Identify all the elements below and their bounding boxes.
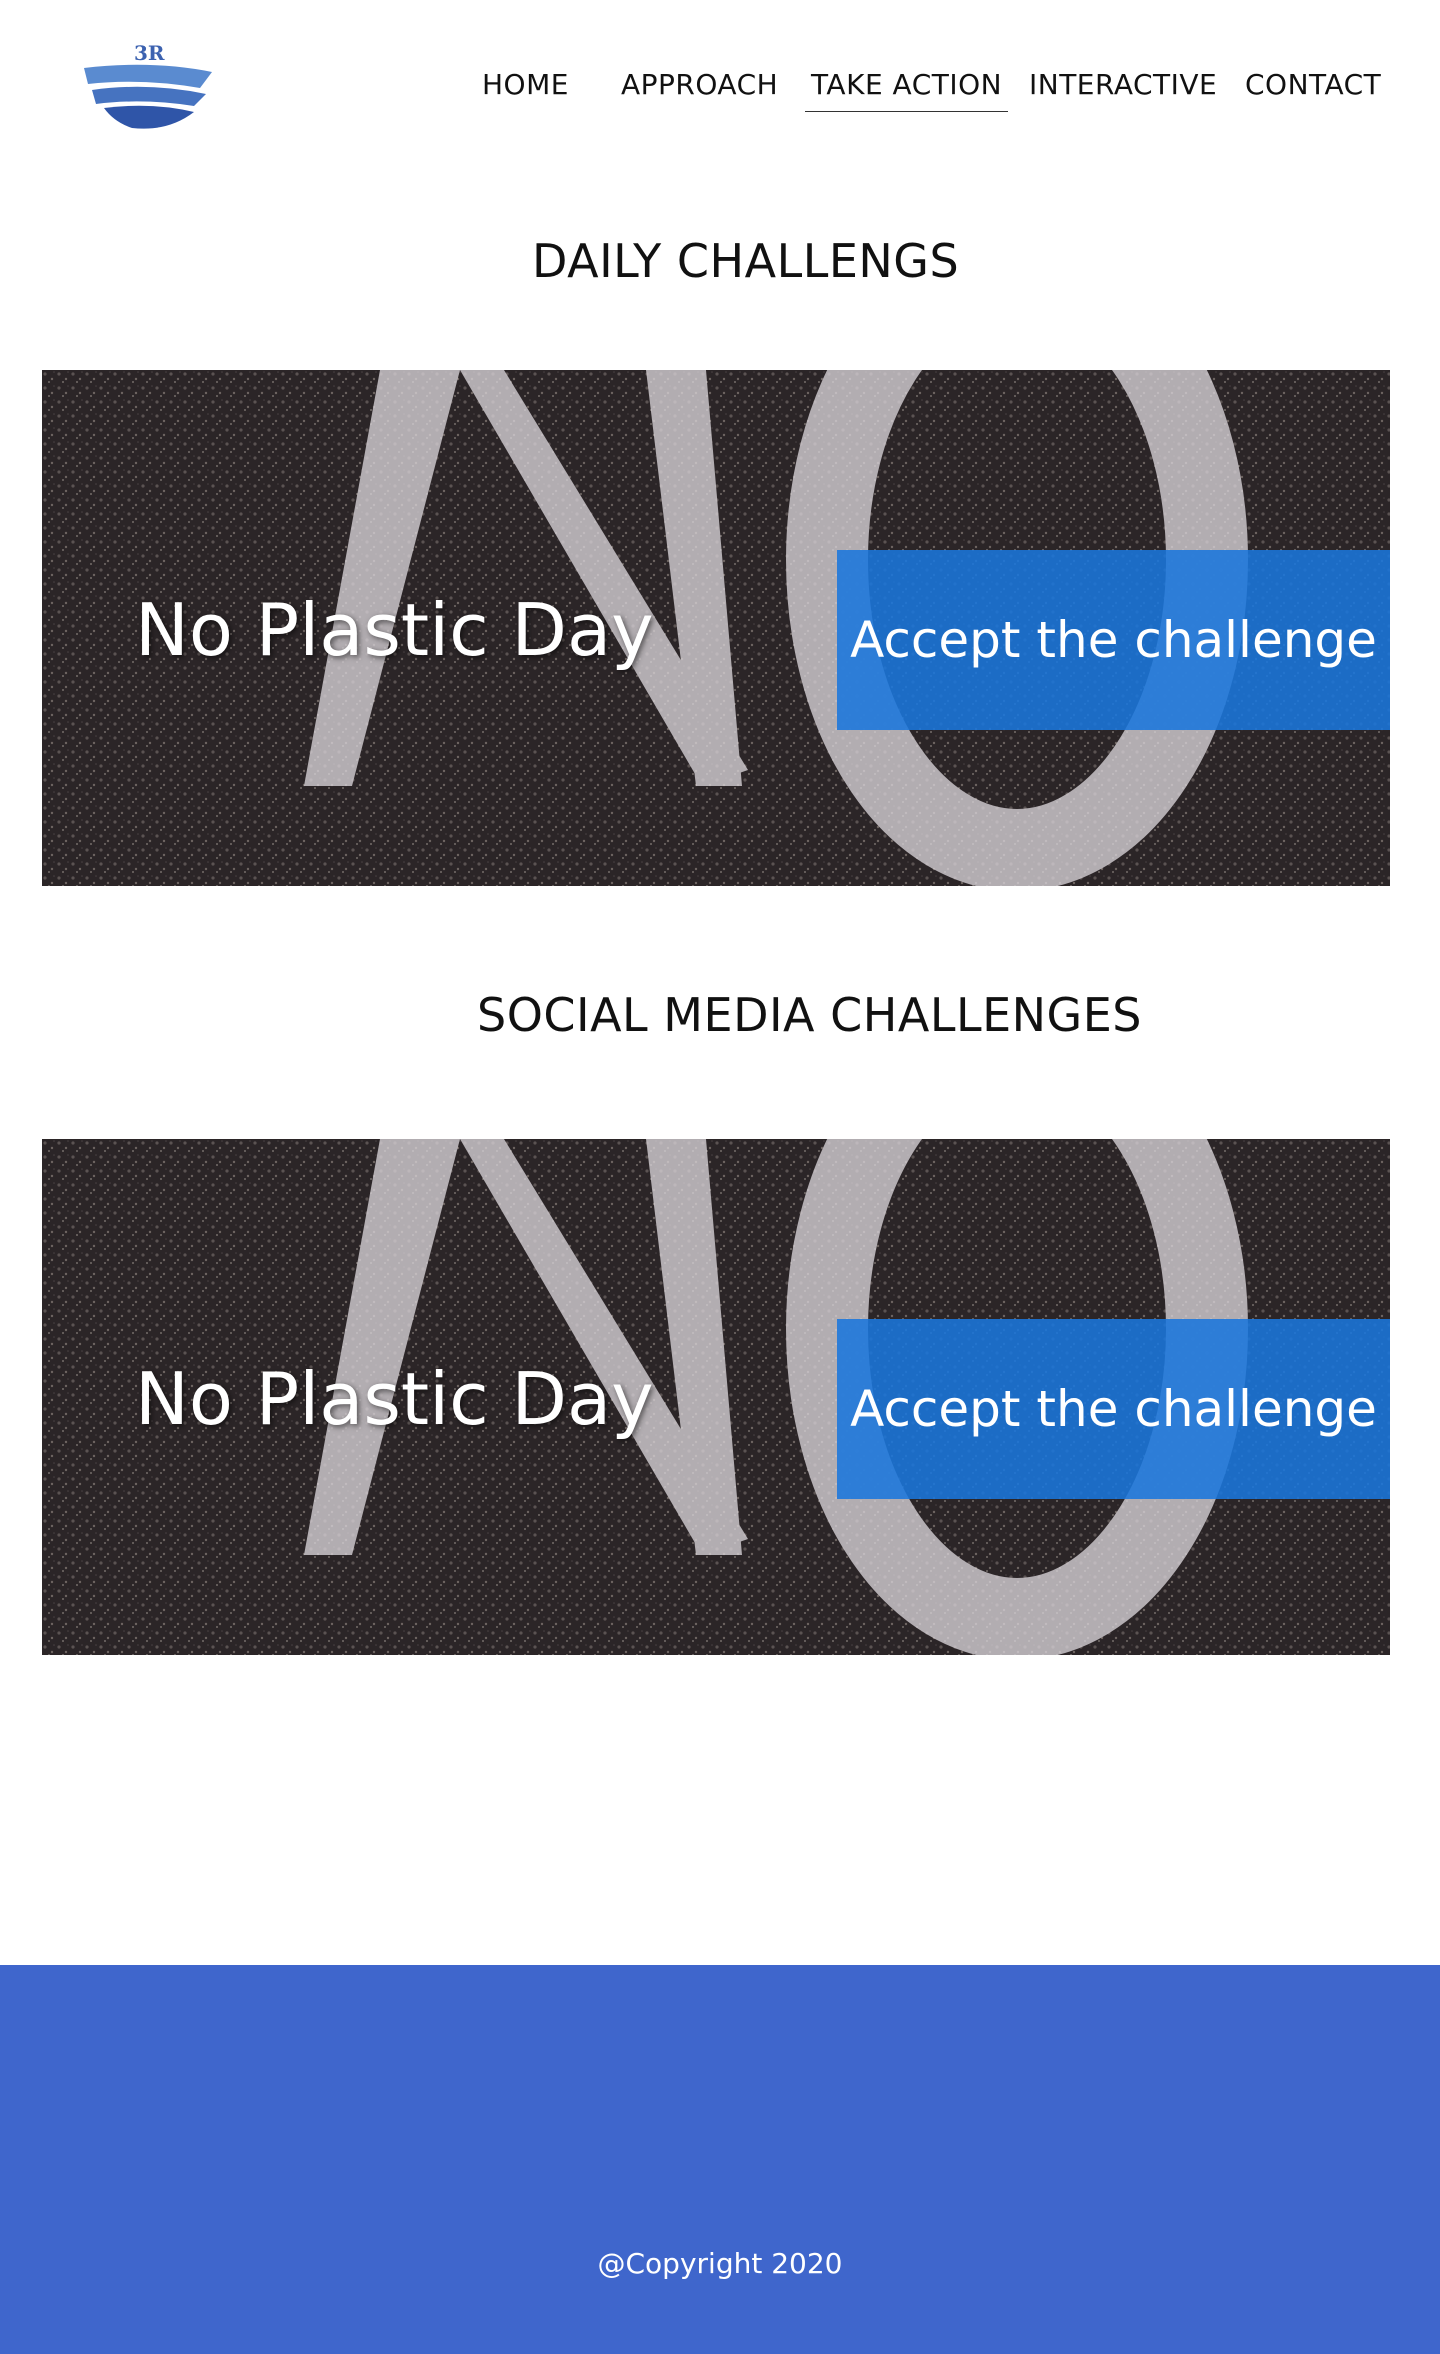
accept-challenge-button[interactable]: Accept the challenge bbox=[837, 1319, 1390, 1499]
section-title-daily: DAILY CHALLENGS bbox=[532, 234, 960, 288]
section-title-social-media: SOCIAL MEDIA CHALLENGES bbox=[477, 988, 1142, 1042]
nav-item-take-action[interactable]: TAKE ACTION bbox=[805, 68, 1009, 112]
site-footer: @Copyright 2020 bbox=[0, 1965, 1440, 2354]
nav-item-contact[interactable]: CONTACT bbox=[1245, 68, 1381, 101]
site-header: 3R HOME APPROACH TAKE ACTION INTERACTIVE… bbox=[0, 0, 1440, 180]
main-nav: HOME APPROACH TAKE ACTION INTERACTIVE CO… bbox=[0, 0, 1440, 180]
copyright-text: @Copyright 2020 bbox=[597, 2247, 843, 2280]
challenge-banner-daily: No Plastic Day Accept the challenge bbox=[42, 370, 1390, 886]
challenge-title: No Plastic Day bbox=[135, 1357, 654, 1441]
challenge-banner-social-media: No Plastic Day Accept the challenge bbox=[42, 1139, 1390, 1655]
accept-challenge-button[interactable]: Accept the challenge bbox=[837, 550, 1390, 730]
nav-item-interactive[interactable]: INTERACTIVE bbox=[1029, 68, 1217, 101]
nav-item-home[interactable]: HOME bbox=[482, 68, 569, 101]
nav-item-approach[interactable]: APPROACH bbox=[621, 68, 778, 101]
challenge-title: No Plastic Day bbox=[135, 588, 654, 672]
